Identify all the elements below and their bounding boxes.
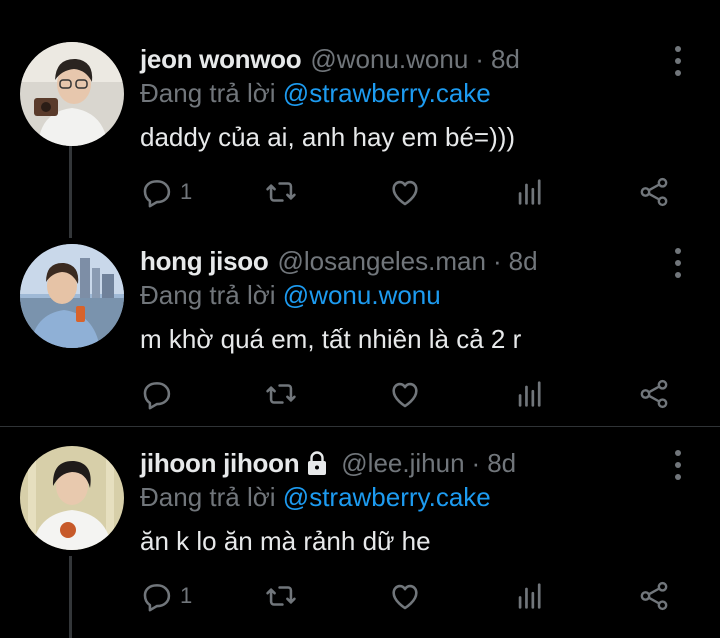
display-name[interactable]: hong jisoo xyxy=(140,246,269,277)
share-button[interactable] xyxy=(637,579,671,613)
retweet-button[interactable] xyxy=(264,579,298,613)
username-handle[interactable]: @losangeles.man xyxy=(277,246,486,277)
reply-icon xyxy=(143,180,171,208)
username-handle[interactable]: @wonu.wonu xyxy=(310,44,468,75)
separator: · xyxy=(471,447,481,478)
retweet-button[interactable] xyxy=(264,175,298,209)
like-button[interactable] xyxy=(388,579,422,613)
analytics-button[interactable] xyxy=(513,175,547,209)
reply-button[interactable]: 1 xyxy=(140,579,192,613)
timestamp[interactable]: 8d xyxy=(509,246,538,277)
like-icon xyxy=(392,584,418,610)
replying-prefix: Đang trả lời xyxy=(140,78,276,108)
more-icon[interactable] xyxy=(664,248,692,278)
mention-link[interactable]: @strawberry.cake xyxy=(283,78,491,108)
reply-icon xyxy=(143,584,171,612)
retweet-button[interactable] xyxy=(264,377,298,411)
replying-prefix: Đang trả lời xyxy=(140,280,276,310)
tweet-text: m khờ quá em, tất nhiên là cả 2 r xyxy=(140,324,522,354)
reply-count: 1 xyxy=(180,583,193,608)
reply-count: 1 xyxy=(180,179,193,204)
separator: · xyxy=(492,245,502,276)
replying-to: Đang trả lời @strawberry.cake xyxy=(140,78,491,109)
tweet[interactable]: hong jisoo @losangeles.man · 8d Đang trả… xyxy=(0,244,720,424)
tweet-text: daddy của ai, anh hay em bé=))) xyxy=(140,122,516,152)
tweet[interactable]: jihoon jihoon @lee.jihun · 8d Đang trả l… xyxy=(0,446,720,626)
separator: · xyxy=(475,43,484,74)
share-icon xyxy=(640,379,668,409)
tweet-text: ăn k lo ăn mà rảnh dữ he xyxy=(140,526,431,556)
tweet-header: jeon wonwoo @wonu.wonu · 8d xyxy=(140,42,520,76)
replying-to: Đang trả lời @wonu.wonu xyxy=(140,280,441,311)
reply-button[interactable] xyxy=(140,377,180,411)
share-button[interactable] xyxy=(637,175,671,209)
share-button[interactable] xyxy=(637,377,671,411)
mention-link[interactable]: @wonu.wonu xyxy=(283,280,441,310)
analytics-button[interactable] xyxy=(513,579,547,613)
tweet-header: hong jisoo @losangeles.man · 8d xyxy=(140,244,538,278)
username-handle[interactable]: @lee.jihun xyxy=(341,448,464,479)
more-icon[interactable] xyxy=(664,450,692,480)
tweet[interactable]: jeon wonwoo @wonu.wonu · 8d Đang trả lời… xyxy=(0,42,720,222)
divider xyxy=(0,426,720,427)
mention-link[interactable]: @strawberry.cake xyxy=(283,482,491,512)
avatar[interactable] xyxy=(20,244,124,348)
tweet-header: jihoon jihoon @lee.jihun · 8d xyxy=(140,446,516,480)
reply-icon xyxy=(143,382,171,410)
avatar[interactable] xyxy=(20,446,124,550)
analytics-button[interactable] xyxy=(513,377,547,411)
display-name[interactable]: jeon wonwoo xyxy=(140,44,302,75)
avatar[interactable] xyxy=(20,42,124,146)
more-icon[interactable] xyxy=(664,46,692,76)
timestamp[interactable]: 8d xyxy=(487,448,516,479)
replying-to: Đang trả lời @strawberry.cake xyxy=(140,482,491,513)
reply-button[interactable]: 1 xyxy=(140,175,192,209)
retweet-icon xyxy=(266,182,296,202)
like-button[interactable] xyxy=(388,377,422,411)
display-name[interactable]: jihoon jihoon xyxy=(140,448,300,479)
replying-prefix: Đang trả lời xyxy=(140,482,276,512)
analytics-icon xyxy=(518,583,541,609)
retweet-icon xyxy=(266,586,296,606)
analytics-icon xyxy=(518,179,541,205)
timestamp[interactable]: 8d xyxy=(491,44,520,75)
like-button[interactable] xyxy=(388,175,422,209)
like-icon xyxy=(392,382,418,408)
share-icon xyxy=(640,177,668,207)
lock-icon xyxy=(308,451,327,475)
analytics-icon xyxy=(518,381,541,407)
share-icon xyxy=(640,581,668,611)
like-icon xyxy=(392,180,418,206)
retweet-icon xyxy=(266,384,296,404)
